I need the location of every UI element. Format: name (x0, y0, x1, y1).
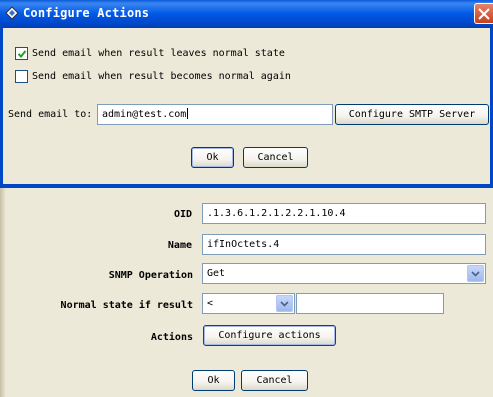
oid-label: OID (173, 209, 192, 220)
leave-normal-checkbox[interactable] (15, 47, 28, 60)
email-label: Send email to: (8, 109, 93, 120)
email-field[interactable]: admin@test.com (97, 104, 333, 125)
snmp-operation-value: Get (207, 268, 226, 279)
ok-button[interactable]: Ok (191, 147, 234, 168)
normal-value-field[interactable] (296, 293, 444, 314)
chevron-down-icon (471, 271, 480, 277)
name-field[interactable]: ifInOctets.4 (202, 234, 486, 255)
name-value: ifInOctets.4 (207, 239, 280, 250)
leave-normal-checkbox-row[interactable]: Send email when result leaves normal sta… (15, 47, 285, 60)
email-value: admin@test.com (102, 109, 187, 120)
panel-cancel-button[interactable]: Cancel (241, 370, 308, 391)
java-app-icon (5, 6, 19, 20)
close-icon (478, 8, 490, 20)
snmp-operation-select[interactable]: Get (202, 263, 486, 284)
normal-state-label: Normal state if result (60, 300, 193, 311)
normal-operator-select[interactable]: < (202, 293, 295, 314)
return-normal-checkbox[interactable] (15, 70, 28, 83)
close-button[interactable] (474, 3, 493, 24)
return-normal-label: Send email when result becomes normal ag… (32, 71, 291, 82)
panel-left-edge (0, 188, 6, 397)
panel-ok-button[interactable]: Ok (192, 370, 235, 391)
dialog-title: Configure Actions (23, 6, 150, 20)
cancel-button[interactable]: Cancel (243, 147, 308, 168)
title-bar[interactable]: Configure Actions (0, 0, 493, 28)
text-caret (187, 108, 189, 119)
dropdown-button[interactable] (467, 265, 484, 282)
dialog-body: Send email when result leaves normal sta… (0, 28, 493, 187)
name-label: Name (167, 240, 192, 251)
operator-dropdown-button[interactable] (276, 295, 293, 312)
actions-label: Actions (150, 332, 193, 343)
leave-normal-label: Send email when result leaves normal sta… (32, 48, 285, 59)
oid-field[interactable]: .1.3.6.1.2.1.2.2.1.10.4 (202, 203, 486, 224)
checkmark-icon (17, 50, 27, 58)
configure-actions-dialog: Configure Actions Send email when result… (0, 0, 493, 188)
return-normal-checkbox-row[interactable]: Send email when result becomes normal ag… (15, 70, 291, 83)
normal-operator-value: < (207, 298, 214, 309)
chevron-down-icon (280, 301, 289, 307)
snmp-operation-label: SNMP Operation (108, 270, 193, 281)
configure-smtp-button[interactable]: Configure SMTP Server (335, 104, 489, 125)
configure-actions-button[interactable]: Configure actions (203, 325, 336, 346)
oid-value: .1.3.6.1.2.1.2.2.1.10.4 (207, 208, 346, 219)
